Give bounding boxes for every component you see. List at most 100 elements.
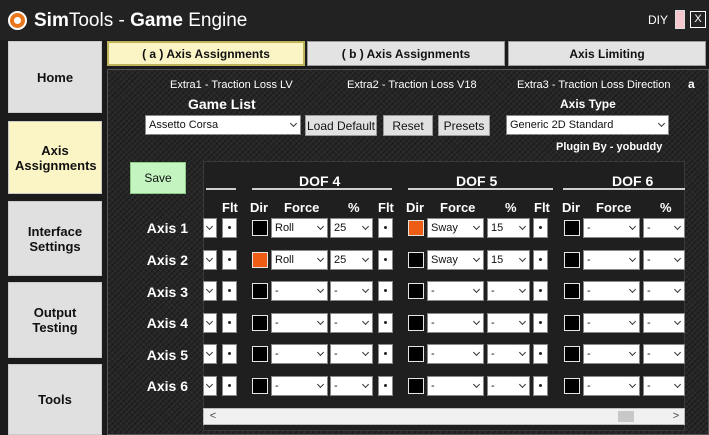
scroll-left-icon[interactable]: <	[205, 409, 221, 424]
axis-1-dof5-force-select[interactable]: Sway	[427, 218, 484, 238]
axis-4-dof5-dir-checkbox[interactable]	[408, 315, 424, 331]
axis-2-dof4-float-toggle[interactable]	[378, 250, 393, 270]
axis-5-dof6-dir-checkbox[interactable]	[564, 346, 580, 362]
axis-type-select[interactable]: Generic 2D Standard	[506, 115, 669, 135]
axis-4-dof5-float-toggle[interactable]	[533, 313, 548, 333]
axis-2-dof6-percent-select[interactable]: -	[643, 250, 685, 270]
axis-3-dof6-dir-checkbox[interactable]	[564, 283, 580, 299]
axis-2-dof5-force-select[interactable]: Sway	[427, 250, 484, 270]
axis-1-dof3-float-toggle[interactable]	[222, 218, 237, 238]
axis-2-dof4-percent-select[interactable]: 25	[330, 250, 373, 270]
axis-4-dof4-force-select[interactable]: -	[271, 313, 328, 333]
axis-1-dof4-force-select[interactable]: Roll	[271, 218, 328, 238]
axis-3-dof6-force-select[interactable]: -	[583, 281, 640, 301]
axis-4-dof3-percent-select[interactable]	[203, 313, 217, 333]
axis-3-label: Axis 3	[146, 284, 188, 300]
axis-4-dof5-force-select[interactable]: -	[427, 313, 484, 333]
axis-4-dof4-float-toggle[interactable]	[378, 313, 393, 333]
axis-6-dof4-force-select[interactable]: -	[271, 376, 328, 396]
save-button[interactable]: Save	[130, 162, 186, 194]
horizontal-scrollbar[interactable]: < >	[203, 408, 685, 425]
axis-1-dof4-percent-select[interactable]: 25	[330, 218, 373, 238]
axis-4-dof4-dir-checkbox[interactable]	[252, 315, 268, 331]
tab-axis-assignments-a[interactable]: ( a ) Axis Assignments	[107, 41, 305, 66]
axis-5-dof4-float-toggle[interactable]	[378, 344, 393, 364]
axis-1-dof3-percent-select[interactable]	[203, 218, 217, 238]
axis-6-dof4-float-toggle[interactable]	[378, 376, 393, 396]
axis-4-dof6-force-select[interactable]: -	[583, 313, 640, 333]
load-default-button[interactable]: Load Default	[305, 115, 377, 136]
close-button[interactable]: X	[690, 11, 706, 28]
axis-2-dof5-float-toggle[interactable]	[533, 250, 548, 270]
axis-2-dof6-force-select[interactable]: -	[583, 250, 640, 270]
axis-1-dof5-percent-select[interactable]: 15	[487, 218, 530, 238]
nav-output-testing[interactable]: Output Testing	[8, 282, 102, 358]
axis-5-dof4-dir-checkbox[interactable]	[252, 346, 268, 362]
axis-5-dof4-percent-select[interactable]: -	[330, 344, 373, 364]
axis-2-dof5-percent-select[interactable]: 15	[487, 250, 530, 270]
axis-4-dof3-float-toggle[interactable]	[222, 313, 237, 333]
nav-home[interactable]: Home	[8, 41, 102, 113]
axis-6-dof5-dir-checkbox[interactable]	[408, 378, 424, 394]
axis-1-dof4-dir-checkbox[interactable]	[252, 220, 268, 236]
axis-1-dof6-percent-select[interactable]: -	[643, 218, 685, 238]
axis-3-dof5-dir-checkbox[interactable]	[408, 283, 424, 299]
reset-button[interactable]: Reset	[383, 115, 433, 136]
axis-2-dof6-dir-checkbox[interactable]	[564, 252, 580, 268]
axis-2-dof5-dir-checkbox[interactable]	[408, 252, 424, 268]
axis-6-dof5-float-toggle[interactable]	[533, 376, 548, 396]
axis-5-dof6-percent-select[interactable]: -	[643, 344, 685, 364]
axis-2-dof3-percent-select[interactable]	[203, 250, 217, 270]
axis-5-dof3-float-toggle[interactable]	[222, 344, 237, 364]
axis-3-dof5-float-toggle[interactable]	[533, 281, 548, 301]
axis-4-dof6-dir-checkbox[interactable]	[564, 315, 580, 331]
axis-6-dof4-percent-select[interactable]: -	[330, 376, 373, 396]
axis-5-dof5-float-toggle[interactable]	[533, 344, 548, 364]
axis-6-dof6-force-select[interactable]: -	[583, 376, 640, 396]
axis-1-dof5-float-toggle[interactable]	[533, 218, 548, 238]
axis-5-dof3-percent-select[interactable]	[203, 344, 217, 364]
axis-3-dof3-float-toggle[interactable]	[222, 281, 237, 301]
axis-3-dof4-percent-select[interactable]: -	[330, 281, 373, 301]
axis-2-dof4-dir-checkbox[interactable]	[252, 252, 268, 268]
axis-6-dof5-percent-select[interactable]: -	[487, 376, 530, 396]
axis-2-dof3-float-toggle[interactable]	[222, 250, 237, 270]
axis-2-dof4-force-select[interactable]: Roll	[271, 250, 328, 270]
nav-interface-settings[interactable]: Interface Settings	[8, 201, 102, 276]
axis-5-dof5-percent-select[interactable]: -	[487, 344, 530, 364]
axis-1-dof6-dir-checkbox[interactable]	[564, 220, 580, 236]
axis-3-dof3-percent-select[interactable]	[203, 281, 217, 301]
axis-5-dof6-force-select[interactable]: -	[583, 344, 640, 364]
scroll-thumb[interactable]	[618, 411, 634, 422]
tab-axis-assignments-b[interactable]: ( b ) Axis Assignments	[307, 41, 505, 66]
axis-3-dof5-force-select[interactable]: -	[427, 281, 484, 301]
axis-6-dof3-percent-select[interactable]	[203, 376, 217, 396]
diy-toggle[interactable]	[675, 10, 685, 29]
axis-6-dof5-force-select[interactable]: -	[427, 376, 484, 396]
nav-axis-assignments[interactable]: Axis Assignments	[8, 121, 102, 194]
axis-5-dof5-dir-checkbox[interactable]	[408, 346, 424, 362]
axis-4-dof6-percent-select[interactable]: -	[643, 313, 685, 333]
tab-axis-limiting[interactable]: Axis Limiting	[508, 41, 706, 66]
axis-6-dof6-percent-select[interactable]: -	[643, 376, 685, 396]
axis-6-dof6-dir-checkbox[interactable]	[564, 378, 580, 394]
axis-1-dof6-force-select[interactable]: -	[583, 218, 640, 238]
axis-1-dof5-dir-checkbox[interactable]	[408, 220, 424, 236]
axis-5-dof4-force-select[interactable]: -	[271, 344, 328, 364]
axis-6-dof3-float-toggle[interactable]	[222, 376, 237, 396]
axis-3-dof4-float-toggle[interactable]	[378, 281, 393, 301]
game-list-select[interactable]: Assetto Corsa	[145, 115, 301, 135]
axis-6-dof4-dir-checkbox[interactable]	[252, 378, 268, 394]
axis-3-dof4-dir-checkbox[interactable]	[252, 283, 268, 299]
col-force-header: Force	[440, 200, 476, 215]
presets-button[interactable]: Presets	[438, 115, 490, 136]
scroll-right-icon[interactable]: >	[668, 409, 684, 424]
axis-5-dof5-force-select[interactable]: -	[427, 344, 484, 364]
axis-4-dof4-percent-select[interactable]: -	[330, 313, 373, 333]
nav-tools[interactable]: Tools	[8, 364, 102, 435]
axis-4-dof5-percent-select[interactable]: -	[487, 313, 530, 333]
axis-3-dof6-percent-select[interactable]: -	[643, 281, 685, 301]
axis-3-dof4-force-select[interactable]: -	[271, 281, 328, 301]
axis-3-dof5-percent-select[interactable]: -	[487, 281, 530, 301]
axis-1-dof4-float-toggle[interactable]	[378, 218, 393, 238]
